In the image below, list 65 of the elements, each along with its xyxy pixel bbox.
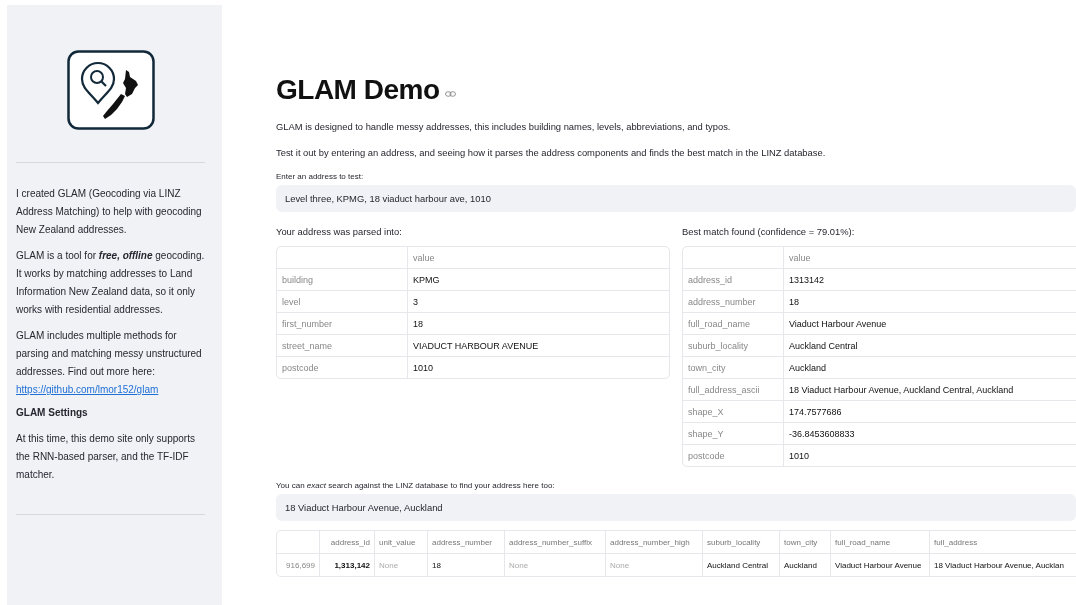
column-header: value	[408, 247, 669, 269]
page-title: GLAM Demo	[276, 74, 440, 106]
table-cell: suburb_locality	[683, 335, 784, 357]
column-header: unit_value	[375, 531, 428, 554]
column-header: address_number	[428, 531, 505, 554]
table-cell: postcode	[277, 357, 408, 378]
table-cell: 18	[408, 313, 669, 335]
table-cell: -36.8453608833	[784, 423, 1076, 445]
link-icon[interactable]	[444, 91, 456, 97]
table-cell-text: 1010	[412, 361, 435, 375]
field-label: Enter an address to test:	[276, 172, 365, 181]
table-cell: town_city	[683, 357, 784, 379]
column-header: full_address	[930, 531, 1076, 554]
table-cell-text: 1010	[788, 449, 811, 463]
address-input-field[interactable]: Level three, KPMG, 18 viaduct harbour ave, 1010	[276, 185, 1076, 212]
settings-heading: GLAM Settings	[16, 407, 89, 418]
intro-text: GLAM is designed to handle messy addresses, this includes building names, levels, abbreviations, and typos.	[276, 121, 732, 132]
section-caption: Your address was parsed into:	[276, 226, 403, 237]
table-cell: None	[606, 554, 703, 576]
table-cell: Viaduct Harbour Avenue	[831, 554, 930, 576]
column-header: town_city	[780, 531, 831, 554]
table-cell: first_number	[277, 313, 408, 335]
table-cell: VIADUCT HARBOUR AVENUE	[408, 335, 669, 357]
table-cell: Auckland	[780, 554, 831, 576]
table-cell: 3	[408, 291, 669, 313]
column-header: full_road_name	[831, 531, 930, 554]
table-cell: 18	[428, 554, 505, 576]
table-cell: 1313142	[784, 269, 1076, 291]
table-cell: street_name	[277, 335, 408, 357]
column-header: address_number_suffix	[505, 531, 606, 554]
table-cell: address_number	[683, 291, 784, 313]
row-index: 916,699	[277, 554, 320, 576]
section-caption: Best match found (confidence = 79.01%):	[682, 226, 856, 237]
table-cell: 18	[784, 291, 1076, 313]
sidebar-paragraph: GLAM is a tool for free, offline geocoding. It works by matching addresses to Land Information New Zealand data, so it only works with residential addresses.	[16, 249, 205, 317]
table-cell: 18 Viaduct Harbour Avenue, Aucklan	[930, 554, 1076, 576]
column-header: address_id	[320, 531, 375, 554]
table-cell: shape_Y	[683, 423, 784, 445]
table-cell: 18 Viaduct Harbour Avenue, Auckland Central, Auckland	[784, 379, 1076, 401]
column-header: address_number_high	[606, 531, 703, 554]
table-cell: address_id	[683, 269, 784, 291]
sidebar-paragraph: GLAM includes multiple methods for parsing and matching messy unstructured addresses. Find out more here: https://github.com/lmor152/glam	[16, 329, 203, 397]
table-cell: 1,313,142	[320, 554, 375, 576]
field-label: You can exact search against the LINZ database to find your address here too:	[276, 481, 556, 490]
table-cell: postcode	[683, 445, 784, 466]
intro-text: Test it out by entering an address, and seeing how it parses the address components and finds the best match in the LINZ database.	[276, 147, 827, 158]
table-cell: Auckland Central	[703, 554, 780, 576]
column-header: value	[784, 247, 1076, 269]
table-cell: shape_X	[683, 401, 784, 423]
table-cell: full_address_ascii	[683, 379, 784, 401]
table-cell: None	[375, 554, 428, 576]
table-cell: Viaduct Harbour Avenue	[784, 313, 1076, 335]
table-cell: 174.7577686	[784, 401, 1076, 423]
table-cell: KPMG	[408, 269, 669, 291]
table-cell: Auckland	[784, 357, 1076, 379]
settings-text: At this time, this demo site only supports the RNN-based parser, and the TF-IDF matcher.	[16, 432, 196, 482]
table-cell: full_road_name	[683, 313, 784, 335]
search-input-field[interactable]: 18 Viaduct Harbour Avenue, Auckland	[276, 494, 1076, 521]
table-cell: Auckland Central	[784, 335, 1076, 357]
table-cell: building	[277, 269, 408, 291]
table-cell: None	[505, 554, 606, 576]
sidebar-paragraph: I created GLAM (Geocoding via LINZ Address Matching) to help with geocoding New Zealand addresses.	[16, 187, 203, 237]
table-cell: level	[277, 291, 408, 313]
column-header: suburb_locality	[703, 531, 780, 554]
github-link[interactable]: https://github.com/lmor152/glam	[16, 384, 159, 395]
